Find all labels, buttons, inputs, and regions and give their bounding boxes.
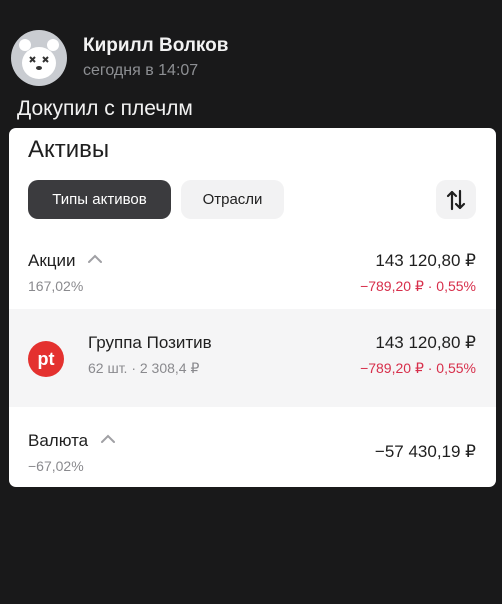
stock-amount: 143 120,80 ₽	[375, 333, 476, 352]
sort-button[interactable]	[436, 180, 476, 219]
author-name[interactable]: Кирилл Волков	[83, 34, 228, 58]
group-stocks-change: −789,20 ₽ · 0,55%	[360, 278, 476, 294]
assets-card: Активы Типы активов Отрасли Акции 167,02…	[9, 128, 496, 487]
card-title: Активы	[28, 136, 110, 163]
tab-asset-types[interactable]: Типы активов	[28, 180, 171, 219]
post-time: сегодня в 14:07	[83, 62, 199, 79]
chevron-up-icon	[88, 254, 103, 264]
post-text: Докупил с плечлм	[17, 97, 193, 120]
stock-logo: pt	[28, 341, 64, 377]
stock-change: −789,20 ₽ · 0,55%	[360, 360, 476, 376]
stock-name: Группа Позитив	[88, 333, 212, 352]
tab-sectors[interactable]: Отрасли	[181, 180, 284, 219]
post-header: Кирилл Волков сегодня в 14:07	[11, 30, 228, 86]
group-stocks-header[interactable]: Акции	[28, 250, 103, 272]
group-currency-header[interactable]: Валюта	[28, 430, 115, 452]
group-stocks-share: 167,02%	[28, 278, 84, 294]
group-currency-amount: −57 430,19 ₽	[374, 442, 476, 461]
group-currency-label: Валюта	[28, 431, 89, 450]
sort-arrows-icon	[446, 189, 466, 210]
group-stocks-amount: 143 120,80 ₽	[375, 251, 476, 270]
stock-details: 62 шт. · 2 308,4 ₽	[88, 360, 200, 376]
group-stocks-label: Акции	[28, 251, 76, 270]
chevron-up-icon	[100, 434, 115, 444]
avatar[interactable]	[11, 30, 67, 86]
bear-avatar-icon	[19, 39, 59, 79]
group-currency-share: −67,02%	[28, 458, 84, 474]
stock-row-positive[interactable]: pt Группа Позитив 62 шт. · 2 308,4 ₽ 143…	[9, 309, 496, 407]
